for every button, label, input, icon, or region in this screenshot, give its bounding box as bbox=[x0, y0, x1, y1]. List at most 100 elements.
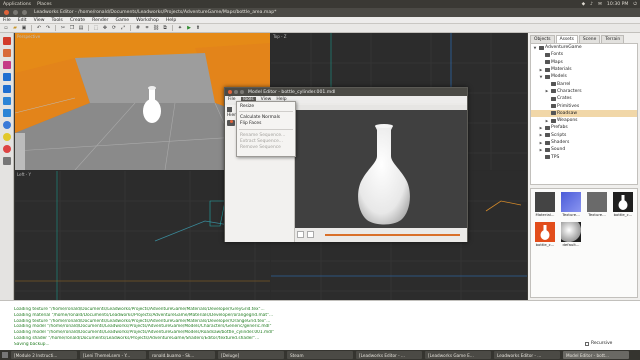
tree-folder-roadsaw[interactable]: Roadsaw bbox=[531, 109, 637, 117]
taskbar-item[interactable]: [Leadworks Editor - ... bbox=[356, 351, 422, 359]
pyramid-tool-icon[interactable] bbox=[2, 97, 11, 105]
menu-workshop[interactable]: Workshop bbox=[136, 18, 159, 23]
box-tool-icon[interactable] bbox=[2, 37, 11, 45]
expand-down-icon[interactable]: ▼ bbox=[539, 75, 543, 79]
redo-icon[interactable]: ↷ bbox=[45, 25, 51, 31]
tree-folder-models[interactable]: ▼ Models bbox=[531, 73, 637, 80]
model-menu-file[interactable]: File bbox=[228, 97, 236, 102]
tree-folder-characters[interactable]: ▶ Characters bbox=[531, 88, 637, 95]
animation-play-button[interactable] bbox=[297, 231, 304, 238]
menu-game[interactable]: Game bbox=[115, 18, 129, 23]
tree-folder-fonts[interactable]: Fonts bbox=[531, 51, 637, 58]
paste-icon[interactable]: ▤ bbox=[78, 25, 84, 31]
asset-thumbnail[interactable]: Texture... bbox=[586, 192, 608, 217]
clock[interactable]: 10:30 PM bbox=[607, 2, 628, 7]
asset-thumbnail[interactable]: Material... bbox=[534, 192, 556, 217]
animation-stop-button[interactable] bbox=[307, 231, 314, 238]
open-folder-icon[interactable]: ▰ bbox=[12, 25, 18, 31]
spot-light-icon[interactable] bbox=[2, 133, 11, 141]
expand-right-icon[interactable]: ▶ bbox=[539, 68, 543, 72]
applications-menu[interactable]: Applications bbox=[3, 2, 31, 7]
hierarchy-root-node[interactable] bbox=[227, 120, 235, 126]
expand-right-icon[interactable]: ▶ bbox=[539, 141, 543, 145]
link-icon[interactable]: ⛓ bbox=[153, 25, 159, 31]
expand-right-icon[interactable]: ▶ bbox=[539, 148, 543, 152]
taskbar-item[interactable]: [Leni ThemeLsem - Y... bbox=[80, 351, 146, 359]
expand-right-icon[interactable]: ▶ bbox=[539, 126, 543, 130]
taskbar-item[interactable]: Steam bbox=[287, 351, 353, 359]
taskbar-item[interactable]: [Leadworks Game E... bbox=[425, 351, 491, 359]
tree-folder-weapons[interactable]: ▶ Weapons bbox=[531, 117, 637, 124]
copy-icon[interactable]: ❐ bbox=[69, 25, 75, 31]
tree-folder-barrel[interactable]: Barrel bbox=[531, 80, 637, 87]
tab-assets[interactable]: Assets bbox=[555, 35, 578, 43]
tab-terrain[interactable]: Terrain bbox=[601, 35, 625, 43]
network-icon[interactable]: ◆ bbox=[582, 2, 586, 7]
tree-folder-shaders[interactable]: ▶ Shaders bbox=[531, 139, 637, 146]
select-icon[interactable]: ⬚ bbox=[93, 25, 99, 31]
taskbar-item[interactable]: [Deluge] bbox=[218, 351, 284, 359]
menu-item-resize[interactable]: Resize bbox=[237, 103, 295, 109]
menu-item-remove-sequence[interactable]: Remove Sequence bbox=[237, 144, 295, 150]
show-desktop-icon[interactable] bbox=[2, 352, 8, 358]
unlink-icon[interactable]: ⧉ bbox=[162, 25, 168, 31]
cut-icon[interactable]: ✂ bbox=[60, 25, 66, 31]
minimize-window-button[interactable] bbox=[13, 10, 18, 15]
menu-create[interactable]: Create bbox=[70, 18, 85, 23]
tube-tool-icon[interactable] bbox=[2, 109, 11, 117]
close-window-button[interactable] bbox=[4, 10, 9, 15]
menu-tools[interactable]: Tools bbox=[52, 18, 63, 23]
tab-scene[interactable]: Scene bbox=[578, 35, 601, 43]
taskbar-item[interactable]: Model Editor - bott... bbox=[563, 351, 629, 359]
asset-thumbnail[interactable]: default... bbox=[560, 222, 582, 247]
cylinder-tool-icon[interactable] bbox=[2, 61, 11, 69]
expand-right-icon[interactable]: ▶ bbox=[545, 89, 549, 93]
taskbar-item[interactable]: ronald.buamo - Sk... bbox=[149, 351, 215, 359]
save-icon[interactable]: ▣ bbox=[21, 25, 27, 31]
expand-right-icon[interactable]: ▶ bbox=[545, 119, 549, 123]
minimize-model-editor-button[interactable] bbox=[234, 90, 238, 94]
tree-folder-scripts[interactable]: ▶ Scripts bbox=[531, 132, 637, 139]
tree-folder-prefabs[interactable]: ▶ Prefabs bbox=[531, 124, 637, 131]
tab-objects[interactable]: Objects bbox=[530, 35, 555, 43]
expand-right-icon[interactable]: ▶ bbox=[539, 133, 543, 137]
wedge-tool-icon[interactable] bbox=[2, 49, 11, 57]
tree-folder-maps[interactable]: Maps bbox=[531, 59, 637, 66]
camera-tool-icon[interactable] bbox=[2, 157, 11, 165]
tree-folder-adventuregame[interactable]: ▼ AdventureGame bbox=[531, 44, 637, 51]
play-icon[interactable]: ▶ bbox=[186, 25, 192, 31]
menu-view[interactable]: View bbox=[34, 18, 45, 23]
model-preview-viewport[interactable] bbox=[295, 110, 467, 228]
menu-item-flip-faces[interactable]: Flip Faces bbox=[237, 121, 295, 127]
close-model-editor-button[interactable] bbox=[228, 90, 232, 94]
model-save-icon[interactable] bbox=[227, 106, 232, 112]
rotate-icon[interactable]: ⟳ bbox=[111, 25, 117, 31]
menu-render[interactable]: Render bbox=[92, 18, 108, 23]
new-file-icon[interactable]: ▫ bbox=[3, 25, 9, 31]
menu-file[interactable]: File bbox=[3, 18, 11, 23]
scale-icon[interactable]: ⤢ bbox=[120, 25, 126, 31]
publish-icon[interactable]: ⬆ bbox=[195, 25, 201, 31]
places-menu[interactable]: Places bbox=[37, 2, 52, 7]
expand-down-icon[interactable]: ▼ bbox=[533, 46, 537, 50]
point-light-icon[interactable] bbox=[2, 121, 11, 129]
mail-icon[interactable]: ✉ bbox=[598, 2, 602, 7]
snap-icon[interactable]: ⌗ bbox=[144, 25, 150, 31]
tree-folder-materials[interactable]: ▶ Materials bbox=[531, 66, 637, 73]
tree-folder-sound[interactable]: ▶ Sound bbox=[531, 146, 637, 153]
volume-icon[interactable]: ♪ bbox=[590, 2, 593, 7]
lightbulb-icon[interactable]: ✦ bbox=[177, 25, 183, 31]
menu-edit[interactable]: Edit bbox=[18, 18, 27, 23]
maximize-model-editor-button[interactable] bbox=[240, 90, 244, 94]
cone-tool-icon[interactable] bbox=[2, 85, 11, 93]
maximize-window-button[interactable] bbox=[22, 10, 27, 15]
taskbar-item[interactable]: [Module 2 Instructi... bbox=[11, 351, 77, 359]
asset-thumbnail[interactable]: bottle_c... bbox=[534, 222, 556, 247]
menu-help[interactable]: Help bbox=[166, 18, 176, 23]
undo-icon[interactable]: ↶ bbox=[36, 25, 42, 31]
grid-icon[interactable]: # bbox=[135, 25, 141, 31]
asset-thumbnail[interactable]: Texture... bbox=[560, 192, 582, 217]
entity-tool-icon[interactable] bbox=[2, 145, 11, 153]
animation-timeline-slider[interactable] bbox=[325, 234, 460, 236]
taskbar-item[interactable]: Leadworks Editor - ... bbox=[494, 351, 560, 359]
